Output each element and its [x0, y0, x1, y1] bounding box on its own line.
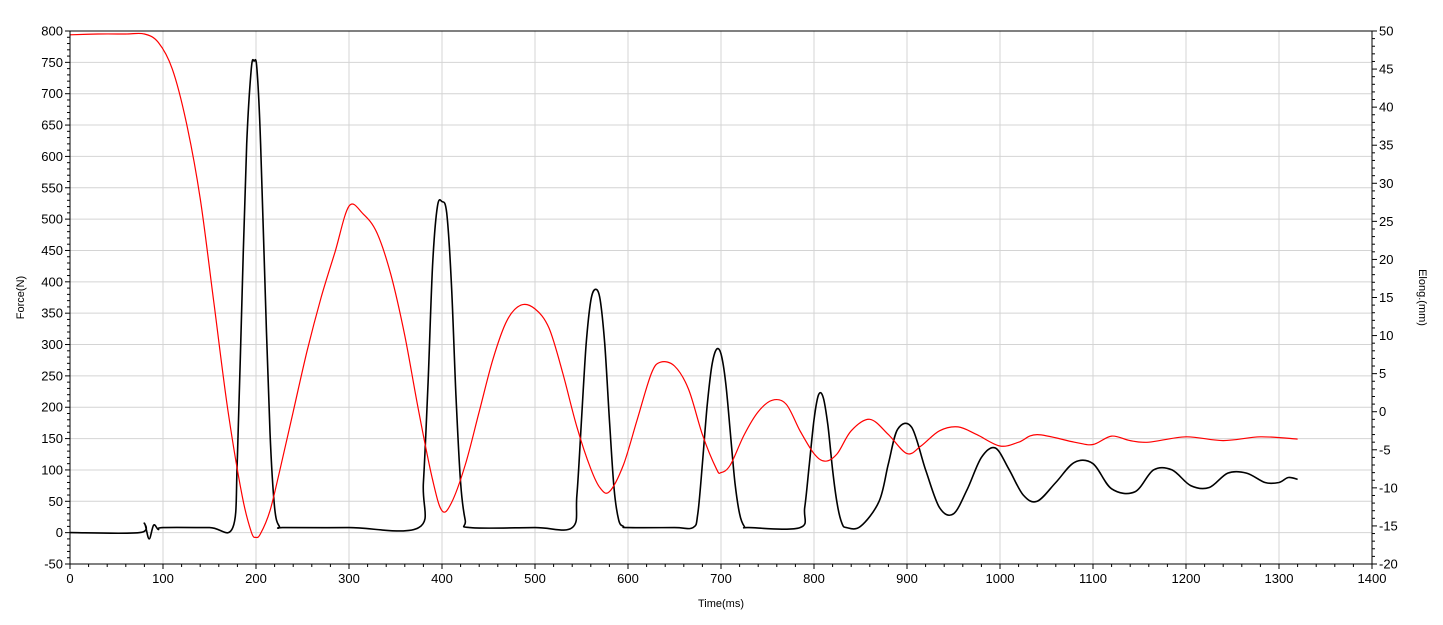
- x-tick-label: 300: [338, 571, 360, 586]
- y-tick-label: 600: [41, 149, 63, 164]
- x-tick-label: 200: [245, 571, 267, 586]
- y-tick-label: -50: [44, 557, 63, 572]
- force-elongation-chart: 0 100 200 300 400 500 600 700 800 900 1000 1100 1200…: [15, 24, 1428, 611]
- y-tick-label: 400: [41, 274, 63, 289]
- y-tick-label: 0: [56, 525, 63, 540]
- y2-tick-label: 10: [1379, 328, 1393, 343]
- y-tick-label: 300: [41, 337, 63, 352]
- x-tick-label: 500: [524, 571, 546, 586]
- y-tick-label: 700: [41, 86, 63, 101]
- y2-axis-title: Elong.(mm): [1416, 269, 1428, 326]
- x-tick-label: 900: [896, 571, 918, 586]
- y2-tick-label: 40: [1379, 100, 1393, 115]
- y-tick-label: 100: [41, 462, 63, 477]
- y-tick-label: 200: [41, 400, 63, 415]
- y2-tick-label: 5: [1379, 366, 1386, 381]
- x-tick-label: 100: [152, 571, 174, 586]
- y2-tick-label: -10: [1379, 480, 1398, 495]
- y-tick-label: 350: [41, 306, 63, 321]
- x-tick-label: 1000: [986, 571, 1015, 586]
- x-tick-label: 700: [710, 571, 732, 586]
- y2-tick-label: 50: [1379, 24, 1393, 39]
- y2-tick-label: 20: [1379, 252, 1393, 267]
- x-tick-label: 1100: [1079, 571, 1107, 586]
- y2-tick-label: 45: [1379, 62, 1393, 77]
- y2-tick-label: 30: [1379, 176, 1393, 191]
- y2-tick-label: -15: [1379, 518, 1398, 533]
- y2-tick-label: -20: [1379, 557, 1398, 572]
- x-tick-label: 0: [66, 571, 73, 586]
- y2-tick-label: 25: [1379, 214, 1393, 229]
- y-axis-title: Force(N): [15, 276, 27, 319]
- x-tick-label: 400: [431, 571, 453, 586]
- y-tick-label: 450: [41, 243, 63, 258]
- x-tick-label: 600: [617, 571, 639, 586]
- y-tick-label: 50: [49, 494, 63, 509]
- y-tick-label: 250: [41, 368, 63, 383]
- y2-tick-label: 15: [1379, 290, 1393, 305]
- y-tick-label: 750: [41, 55, 63, 70]
- x-tick-label: 1300: [1265, 571, 1294, 586]
- x-tick-label: 800: [803, 571, 825, 586]
- x-tick-label: 1400: [1358, 571, 1387, 586]
- y-tick-label: 500: [41, 212, 63, 227]
- y-tick-label: 550: [41, 180, 63, 195]
- y2-tick-label: -5: [1379, 442, 1391, 457]
- y2-tick-label: 35: [1379, 138, 1393, 153]
- x-tick-label: 1200: [1172, 571, 1201, 586]
- y2-tick-label: 0: [1379, 404, 1386, 419]
- x-axis-title: Time(ms): [698, 598, 744, 610]
- y-tick-label: 650: [41, 118, 63, 133]
- y-tick-label: 150: [41, 431, 63, 446]
- y-tick-label: 800: [41, 24, 63, 39]
